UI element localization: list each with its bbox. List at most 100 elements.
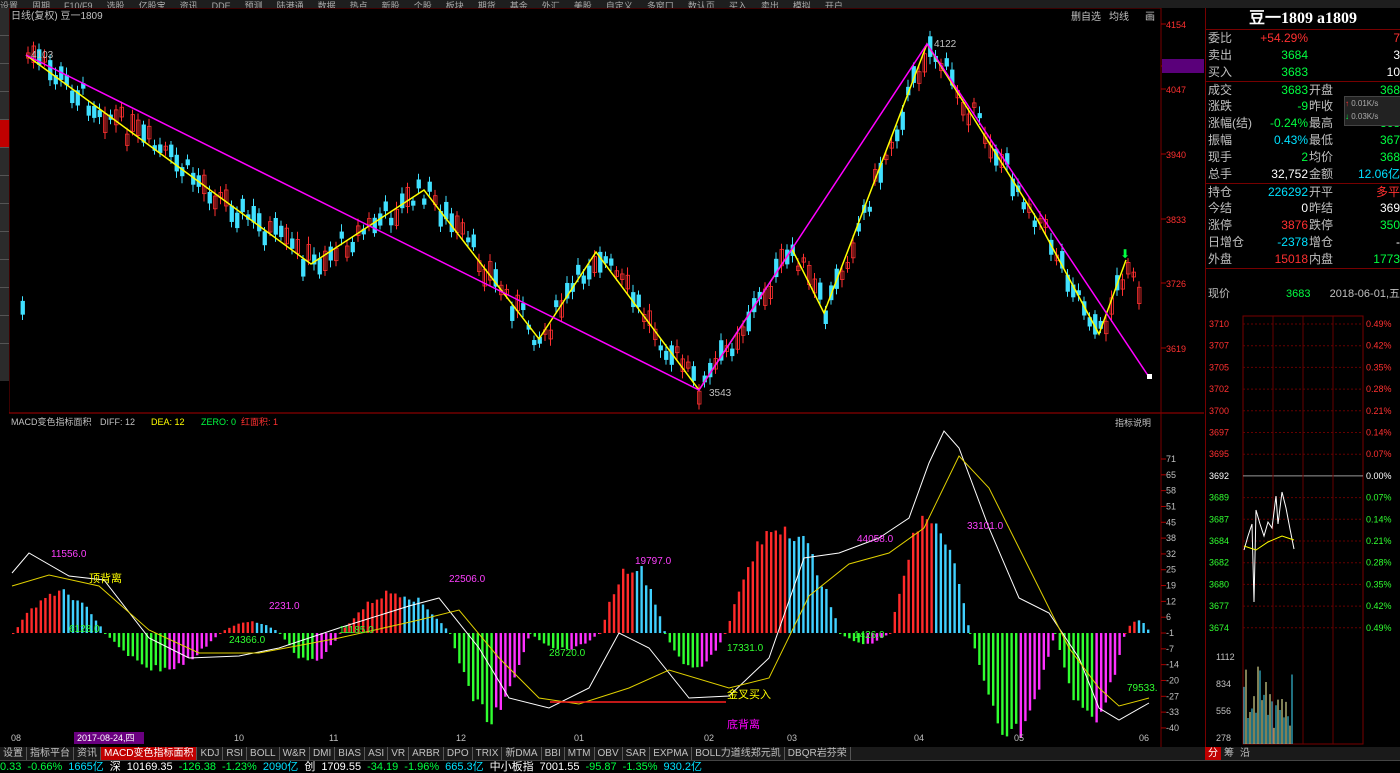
macd-bar xyxy=(556,633,559,649)
macd-bar xyxy=(542,633,546,644)
mini-price-label: 3710 xyxy=(1209,319,1229,329)
macd-bar xyxy=(603,619,606,634)
macd-bar xyxy=(279,633,282,635)
indicator-tab[interactable]: BBI xyxy=(542,747,565,760)
side-tab[interactable] xyxy=(0,260,9,288)
side-tab[interactable] xyxy=(0,176,9,204)
quote-row: 总手 32,752 金额 12.06亿 xyxy=(1206,166,1400,183)
indicator-tab[interactable]: RSI xyxy=(223,747,248,760)
macd-bar xyxy=(834,618,837,634)
indicator-tab[interactable]: SAR xyxy=(623,747,651,760)
indicator-tab[interactable]: EXPMA xyxy=(650,747,693,760)
add-favorite-button[interactable]: 删自选 xyxy=(1071,10,1101,23)
macd-bar xyxy=(677,633,681,657)
side-tab[interactable] xyxy=(0,232,9,260)
indicator-tab[interactable]: DPO xyxy=(444,747,473,760)
top-divergence-label: 顶背离 xyxy=(89,571,122,585)
right-tab[interactable]: 分 xyxy=(1205,747,1221,760)
indicator-tab[interactable]: OBV xyxy=(595,747,623,760)
macd-diff-line xyxy=(11,430,1150,721)
macd-bar xyxy=(1038,633,1041,690)
macd-bar xyxy=(820,586,823,634)
macd-bar xyxy=(325,633,328,652)
macd-tick-label: 71 xyxy=(1166,454,1176,464)
indicator-tab[interactable]: DBQR岩芬荣 xyxy=(785,747,851,760)
indicator-tab[interactable]: ARBR xyxy=(409,747,444,760)
ticker-item: 10169.35 xyxy=(126,761,173,773)
macd-bar xyxy=(958,584,961,634)
macd-bar xyxy=(898,593,901,634)
side-tab[interactable] xyxy=(0,316,9,344)
price-tick-label: 3833 xyxy=(1166,215,1186,225)
macd-bar xyxy=(1147,629,1150,634)
right-tab[interactable]: 筹 xyxy=(1221,747,1237,760)
macd-tick-label: 12 xyxy=(1166,596,1176,606)
macd-bar xyxy=(440,623,443,634)
indicator-tab[interactable]: ASI xyxy=(365,747,389,760)
ticker-item: 665.3亿 xyxy=(445,761,484,773)
macd-area-label: 79533. xyxy=(1127,683,1158,694)
mini-percent-label: 0.21% xyxy=(1366,536,1392,546)
macd-bar xyxy=(742,579,745,634)
right-tab[interactable]: 沿 xyxy=(1237,747,1253,760)
side-tab[interactable] xyxy=(0,92,9,120)
indicator-tab[interactable]: BIAS xyxy=(335,747,366,760)
moving-average-button[interactable]: 均线 xyxy=(1109,10,1129,23)
macd-bar xyxy=(408,599,411,634)
side-tab[interactable] xyxy=(0,36,9,64)
indicator-tab[interactable]: 指标平台 xyxy=(27,747,74,760)
quote-panel: 豆一1809 a1809 委比 +54.29% 7 卖出 3684 3 买入 3683 10 成交… xyxy=(1205,8,1400,748)
date-label: 06 xyxy=(1139,733,1149,743)
mini-price-label: 3677 xyxy=(1209,601,1229,611)
ticker-item: 深 xyxy=(109,761,121,773)
macd-bar xyxy=(232,625,236,634)
macd-bar xyxy=(902,575,906,634)
indicator-tab[interactable]: BOLL力道线郑元凯 xyxy=(692,747,785,760)
macd-bar xyxy=(663,631,666,634)
macd-bar xyxy=(481,633,484,705)
macd-bar xyxy=(320,633,323,659)
side-tab[interactable] xyxy=(0,8,9,36)
macd-bar xyxy=(645,585,648,634)
indicator-tab-bar[interactable]: 设置 指标平台 资讯 MACD变色指标面积 KDJ RSI BOLL W&R DMI BIAS AS… xyxy=(0,747,1205,760)
candle-body xyxy=(240,198,245,213)
macd-bar xyxy=(99,626,102,634)
macd-tick-label: -20 xyxy=(1166,675,1179,685)
indicator-tab[interactable]: KDJ xyxy=(197,747,224,760)
indicator-tab[interactable]: DMI xyxy=(310,747,336,760)
side-tab-active[interactable] xyxy=(0,120,9,148)
high-price-label: 4103 xyxy=(31,50,54,61)
indicator-tab[interactable]: TRIX xyxy=(473,747,503,760)
indicator-tab[interactable]: W&R xyxy=(280,747,310,760)
macd-bar xyxy=(513,633,516,678)
draw-button[interactable]: 画 xyxy=(1145,12,1155,23)
quote-row: 今结 0 昨结 369 xyxy=(1206,200,1400,217)
indicator-tab[interactable]: 设置 xyxy=(0,747,27,760)
kline-chart-area[interactable]: 日线(复权) 豆一1809 删自选 均线 画 41544084404739403… xyxy=(9,8,1204,748)
indicator-tab[interactable]: BOLL xyxy=(247,747,280,760)
candle-body xyxy=(92,105,97,118)
right-tab-bar[interactable]: 分筹沿 xyxy=(1205,747,1400,760)
macd-bar xyxy=(237,623,240,634)
indicator-tab[interactable]: MTM xyxy=(565,747,595,760)
quote-label-2: 最高 xyxy=(1309,116,1334,130)
indicator-tab[interactable]: 资讯 xyxy=(74,747,101,760)
indicator-tab[interactable]: VR xyxy=(388,747,410,760)
indicator-tab[interactable]: 新DMA xyxy=(502,747,542,760)
intraday-mini-chart[interactable]: 3710 3707 3705 3702 3700 3697 3695 3692 3689 3687… xyxy=(1206,314,1400,748)
side-tab[interactable] xyxy=(0,204,9,232)
macd-bar xyxy=(1090,633,1094,717)
chart-toolbar[interactable]: 删自选 均线 画 xyxy=(1071,10,1155,23)
macd-header: MACD变色指标面积 DIFF: 12 DEA: 12 ZERO: 0 红面积:… xyxy=(11,416,278,427)
side-tab[interactable] xyxy=(0,288,9,316)
macd-bar xyxy=(265,625,268,634)
left-vertical-tabs[interactable] xyxy=(0,8,9,381)
indicator-tab[interactable]: MACD变色指标面积 xyxy=(101,747,198,760)
mini-percent-label: 0.42% xyxy=(1366,341,1392,351)
macd-bar xyxy=(664,633,667,635)
macd-bar xyxy=(816,575,819,634)
indicator-help-button[interactable]: 指标说明 xyxy=(1115,417,1151,428)
side-tab[interactable] xyxy=(0,148,9,176)
side-tab[interactable] xyxy=(0,64,9,92)
macd-bar xyxy=(453,633,456,649)
